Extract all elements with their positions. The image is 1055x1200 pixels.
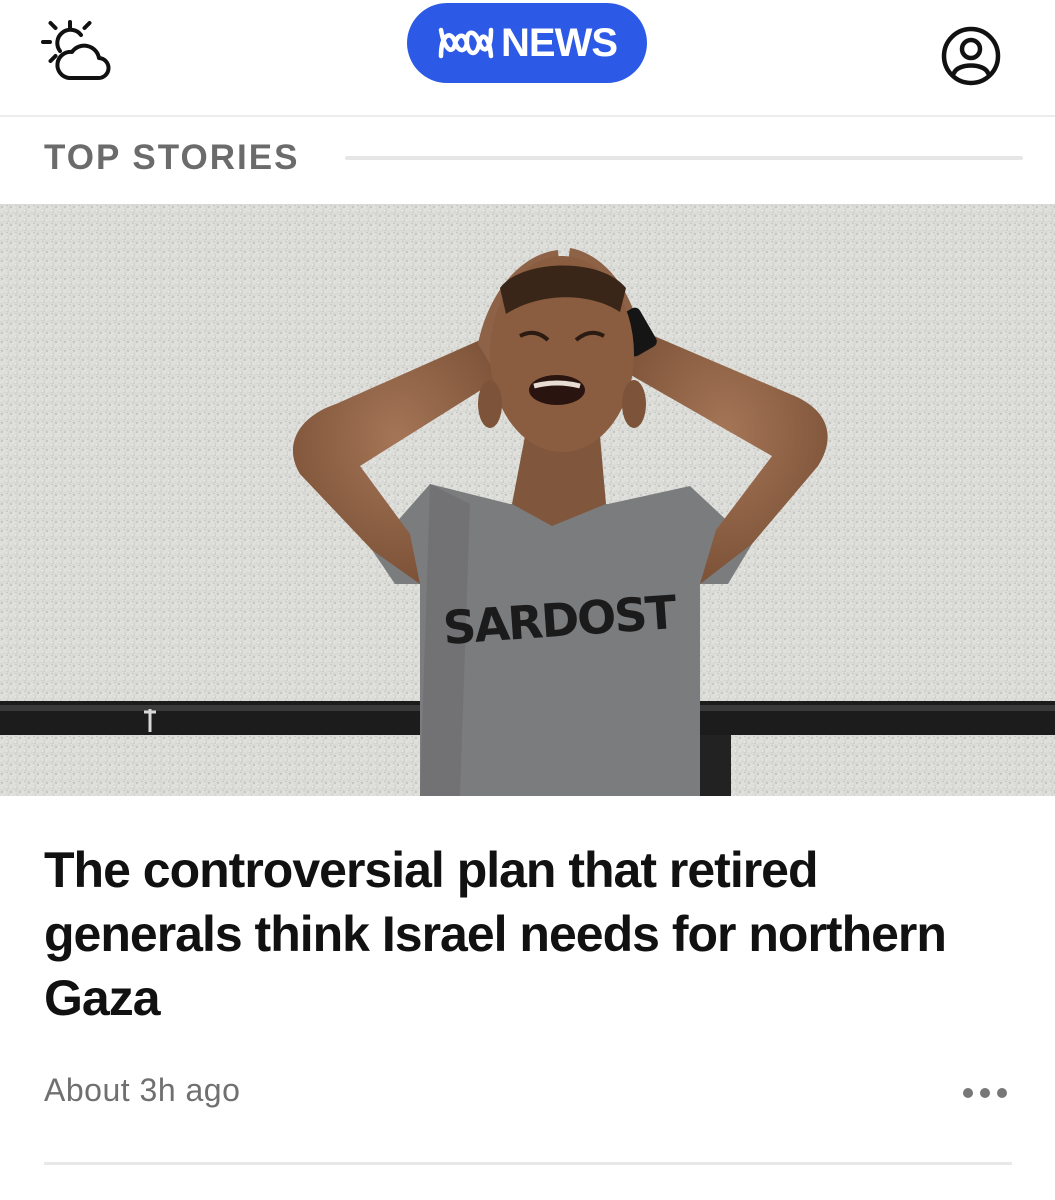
story-photo: SARDOST — [0, 204, 1055, 796]
story-hero-image[interactable]: SARDOST — [0, 204, 1055, 796]
user-account-icon — [941, 26, 1001, 86]
brand-label: NEWS — [501, 20, 618, 65]
more-options-button[interactable] — [950, 1078, 1020, 1108]
section-title: TOP STORIES — [44, 138, 300, 177]
story-timestamp: About 3h ago — [44, 1072, 241, 1108]
story-divider — [44, 1162, 1012, 1165]
story-headline[interactable]: The controversial plan that retired gene… — [44, 838, 1004, 1030]
section-header: TOP STORIES — [44, 138, 1023, 178]
section-divider — [345, 156, 1023, 160]
more-horizontal-icon — [963, 1088, 973, 1098]
weather-button[interactable] — [36, 18, 114, 86]
top-app-bar: NEWS — [0, 0, 1055, 117]
more-horizontal-icon — [980, 1088, 990, 1098]
account-button[interactable] — [940, 25, 1002, 87]
abc-lissajous-logo — [437, 26, 495, 60]
more-horizontal-icon — [997, 1088, 1007, 1098]
partly-cloudy-icon — [41, 20, 111, 80]
abc-news-logo[interactable]: NEWS — [407, 3, 647, 83]
